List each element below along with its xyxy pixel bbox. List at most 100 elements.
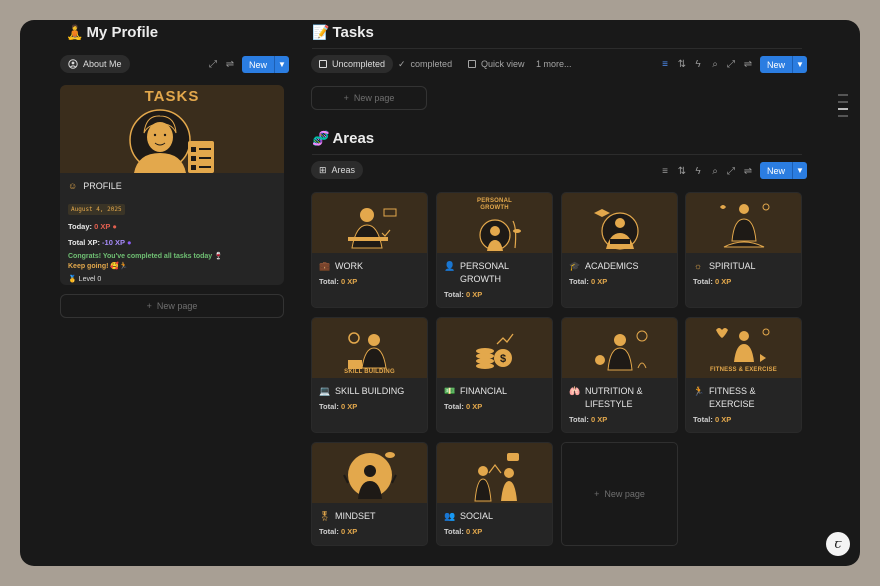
chevron-down-icon[interactable]: ▼ [792,162,808,179]
area-xp: 0 XP [340,402,358,411]
settings-sliders-icon[interactable]: ⇌ [223,59,237,70]
tasks-new-page-button[interactable]: + New page [311,86,427,110]
tasks-new-button[interactable]: New ▼ [760,56,808,73]
tab-areas[interactable]: ⊞ Areas [311,161,364,179]
profile-new-button[interactable]: New ▼ [242,56,290,73]
area-xp: 0 XP [465,402,483,411]
today-xp-row: Today: 0 XP ● [68,222,276,231]
tab-about-me[interactable]: About Me [60,55,130,73]
profile-cover-image: TASKS [60,85,284,173]
total-label: Total: [444,527,464,536]
meditation-icon: 🧘 [66,24,84,40]
academics-illustration [594,209,639,250]
area-card-social[interactable]: 👥 SOCIAL Total: 0 XP [436,442,553,546]
plus-icon: + [146,301,152,311]
area-total-row: Total: 0 XP [437,523,552,536]
areas-new-page-card[interactable]: + New page [561,442,678,546]
area-cover-image [312,443,427,503]
tab-label: Uncompleted [332,59,386,69]
area-card-spiritual[interactable]: ☼ SPIRITUAL Total: 0 XP [685,192,802,308]
cover-caption: SKILL BUILDING [344,369,395,375]
tab-completed[interactable]: ✓ completed [393,55,457,73]
work-illustration [348,208,397,249]
area-name: FITNESS & EXERCISE [709,386,756,409]
area-name: NUTRITION & LIFESTYLE [585,386,643,409]
social-illustration [474,453,519,502]
area-name: MINDSET [335,511,376,521]
red-dot-icon: ● [112,222,117,231]
filter-icon[interactable]: ≡ [658,59,672,70]
dna-icon: 🧬 [312,130,330,146]
expand-icon[interactable]: ⤢ [724,59,738,70]
area-card-academics[interactable]: 🎓 ACADEMICS Total: 0 XP [561,192,678,308]
area-card-skill-building[interactable]: SKILL BUILDING 💻 SKILL BUILDING Total: 0 … [311,317,428,433]
total-label: Total: [444,402,464,411]
area-title-row: 👥 SOCIAL [437,503,552,523]
area-xp: 0 XP [465,290,483,299]
medal-icon: 🥇 [68,276,77,283]
help-assistant-icon[interactable]: ꞇ [826,532,850,556]
area-card-fitness-exercise[interactable]: FITNESS & EXERCISE 🏃 FITNESS & EXERCISE T… [685,317,802,433]
people-icon: 👥 [444,511,456,521]
filter-icon[interactable]: ≡ [658,166,672,177]
sort-icon[interactable]: ⇅ [675,166,689,177]
settings-sliders-icon[interactable]: ⇌ [741,166,755,177]
congrats-message: Congrats! You've completed all tasks tod… [68,252,276,272]
tab-uncompleted[interactable]: Uncompleted [311,55,394,73]
lightning-icon[interactable]: ϟ [691,166,705,177]
area-title-row: 💼 WORK [312,253,427,273]
expand-icon[interactable]: ⤢ [206,59,220,70]
area-name: WORK [335,261,363,271]
total-value: -10 XP [102,238,125,247]
search-icon[interactable]: ⌕ [708,166,722,177]
mindset-illustration [343,452,397,499]
lightning-icon[interactable]: ϟ [691,59,705,70]
profile-card[interactable]: TASKS ☺ PROFILE August 4, 2025 Today: 0 … [60,85,284,285]
total-label: Total: [569,415,589,424]
purple-dot-icon: ● [126,238,132,247]
money-icon: 💵 [444,386,456,396]
tasks-title: Tasks [332,24,374,41]
search-icon[interactable]: ⌕ [708,59,722,70]
expand-icon[interactable]: ⤢ [724,166,738,177]
area-name: ACADEMICS [585,261,639,271]
area-card-financial[interactable]: $ 💵 FINANCIAL Total: 0 XP [436,317,553,433]
area-card-personal-growth[interactable]: PERSONAL GROWTH 👤 PERSONAL GROWTH Total: … [436,192,553,308]
total-label: Total: [569,277,589,286]
area-cover-image: FITNESS & EXERCISE [686,318,801,378]
total-label: Total: [319,527,339,536]
area-xp: 0 XP [340,527,358,536]
area-total-row: Total: 0 XP [437,398,552,411]
area-total-row: Total: 0 XP [312,398,427,411]
area-total-row: Total: 0 XP [437,286,552,299]
settings-sliders-icon[interactable]: ⇌ [741,59,755,70]
tab-more[interactable]: 1 more... [531,55,577,73]
tab-quick-view[interactable]: Quick view [463,55,530,73]
area-card-mindset[interactable]: 🎖 MINDSET Total: 0 XP [311,442,428,546]
chevron-down-icon[interactable]: ▼ [274,56,290,73]
areas-new-button[interactable]: New ▼ [760,162,808,179]
area-total-row: Total: 0 XP [562,411,677,424]
total-label: Total: [693,415,713,424]
level-row: 🥇 Level 0 [68,275,276,283]
chevron-down-icon[interactable]: ▼ [792,56,808,73]
runner-icon: 🏃 [693,386,705,396]
area-title-row: 🎓 ACADEMICS [562,253,677,273]
area-title-row: 💻 SKILL BUILDING [312,378,427,398]
spiritual-illustration [720,203,770,248]
sort-icon[interactable]: ⇅ [675,59,689,70]
area-cover-image [562,318,677,378]
tab-label: About Me [83,59,122,69]
area-title-row: 💵 FINANCIAL [437,378,552,398]
sun-icon: ☼ [693,261,703,271]
tab-label: Quick view [481,59,525,69]
area-card-work[interactable]: 💼 WORK Total: 0 XP [311,192,428,308]
profile-new-page-button[interactable]: + New page [60,294,284,318]
cover-caption: PERSONAL GROWTH [477,198,512,211]
area-title-row: 👤 PERSONAL GROWTH [437,253,552,286]
area-title-row: 🏃 FITNESS & EXERCISE [686,378,801,411]
area-card-nutrition-lifestyle[interactable]: 🫁 NUTRITION & LIFESTYLE Total: 0 XP [561,317,678,433]
profile-card-title: PROFILE [83,181,122,191]
area-total-row: Total: 0 XP [312,273,427,286]
scroll-outline-indicator[interactable] [838,94,848,120]
